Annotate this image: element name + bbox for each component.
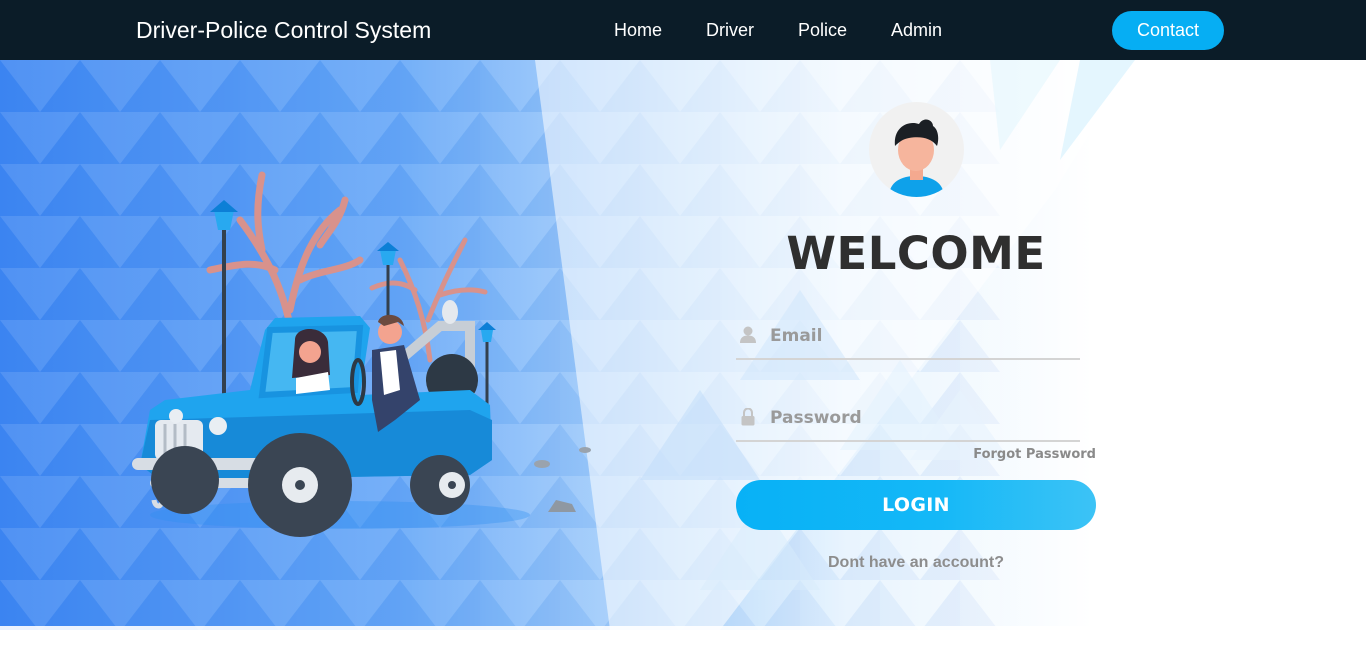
nav-link-driver[interactable]: Driver [706, 19, 754, 41]
nav-link-police[interactable]: Police [798, 19, 847, 41]
user-avatar-icon [869, 102, 964, 197]
hero-section [0, 60, 1366, 630]
jeep-with-driver-illustration [132, 171, 591, 537]
login-button[interactable]: LOGIN [736, 480, 1096, 530]
top-navbar: Driver-Police Control System Home Driver… [0, 0, 1366, 60]
forgot-password-link[interactable]: Forgot Password [936, 447, 1096, 462]
nav-link-home[interactable]: Home [614, 19, 662, 41]
contact-button[interactable]: Contact [1112, 11, 1224, 50]
email-field[interactable] [736, 314, 1080, 360]
email-input[interactable] [768, 320, 1072, 352]
password-field[interactable] [736, 396, 1080, 442]
brand-title[interactable]: Driver-Police Control System [136, 16, 431, 44]
password-input[interactable] [768, 402, 1072, 434]
signup-link[interactable]: Dont have an account? [736, 554, 1096, 572]
lock-icon [740, 407, 756, 431]
welcome-title: WELCOME [786, 227, 1046, 280]
user-icon [740, 326, 756, 349]
nav-link-admin[interactable]: Admin [891, 19, 942, 41]
